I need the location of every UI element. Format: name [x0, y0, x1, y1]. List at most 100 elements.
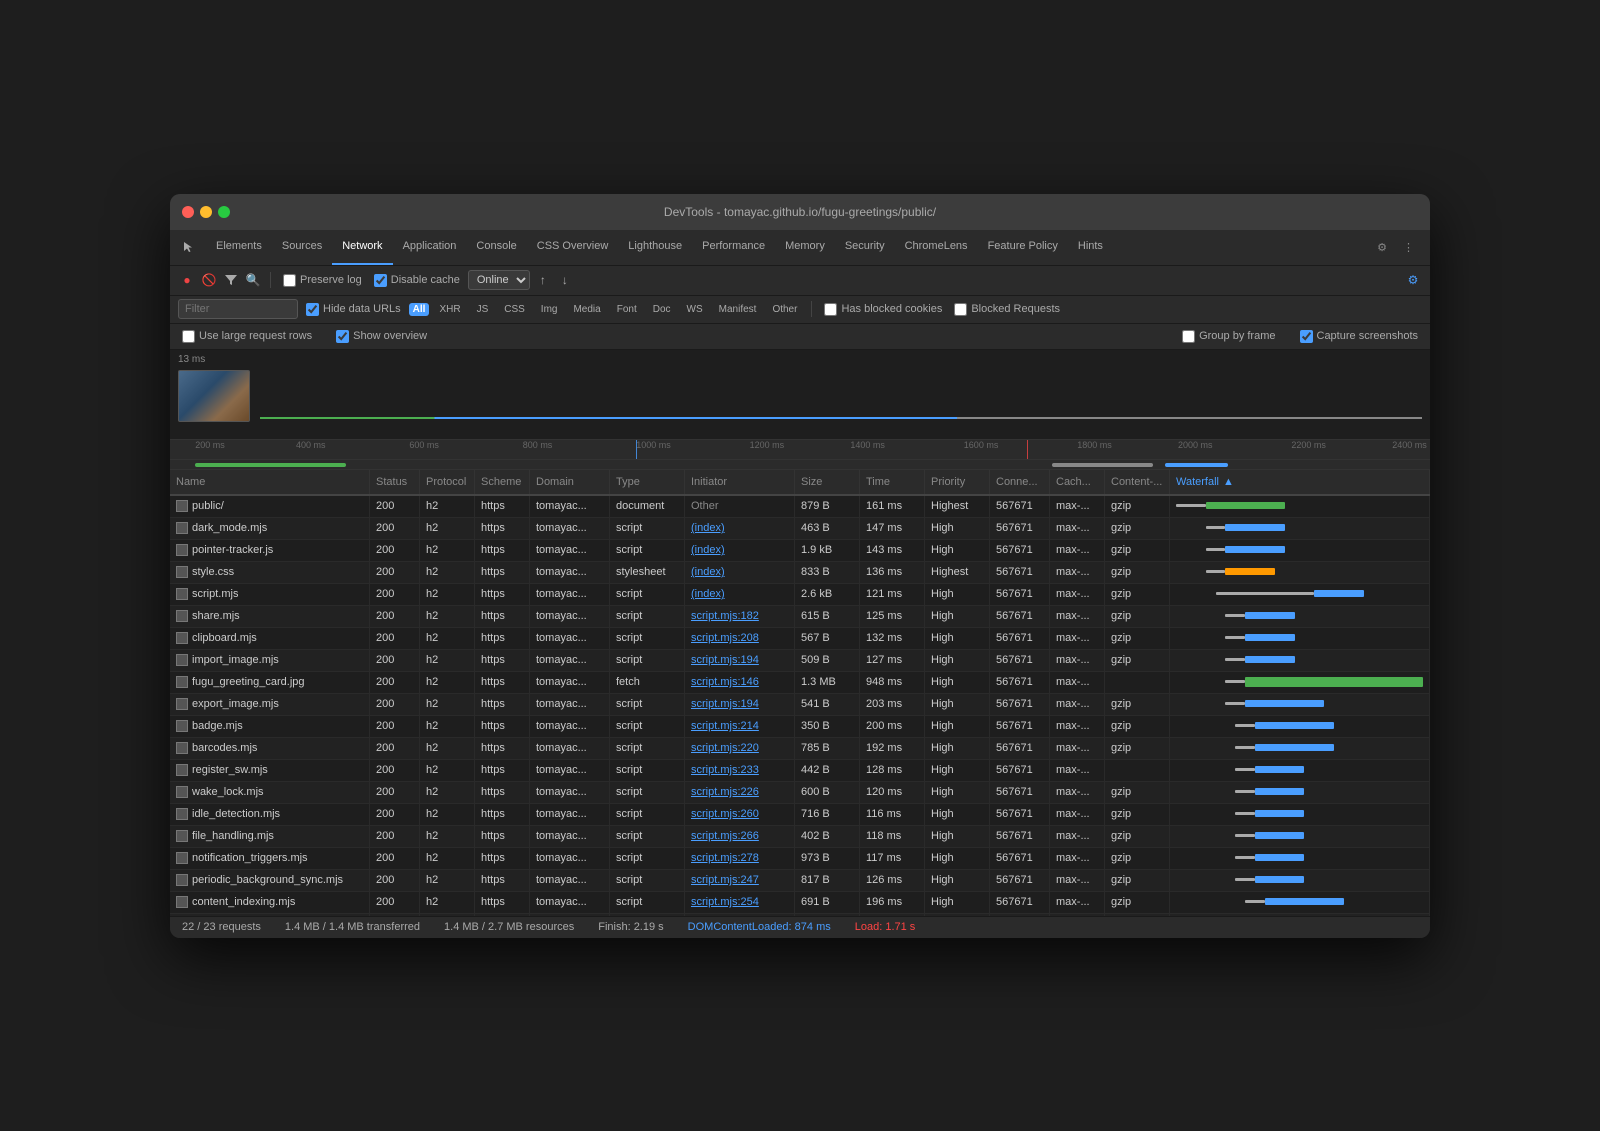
- tab-performance[interactable]: Performance: [692, 229, 775, 265]
- initiator-link[interactable]: script.mjs:146: [691, 676, 759, 688]
- settings-icon[interactable]: ⚙: [1373, 237, 1391, 258]
- throttle-select[interactable]: Online: [468, 270, 530, 290]
- initiator-link[interactable]: script.mjs:208: [691, 632, 759, 644]
- initiator-link[interactable]: script.mjs:220: [691, 742, 759, 754]
- filter-js[interactable]: JS: [471, 302, 495, 317]
- tab-elements[interactable]: Elements: [206, 229, 272, 265]
- tab-sources[interactable]: Sources: [272, 229, 332, 265]
- initiator-link[interactable]: script.mjs:278: [691, 852, 759, 864]
- tab-chromelens[interactable]: ChromeLens: [895, 229, 978, 265]
- th-initiator[interactable]: Initiator: [685, 470, 795, 494]
- blocked-requests-label[interactable]: Blocked Requests: [954, 303, 1060, 316]
- table-row[interactable]: file_handling.mjs 200 h2 https tomayac..…: [170, 826, 1430, 848]
- th-scheme[interactable]: Scheme: [475, 470, 530, 494]
- group-by-frame-checkbox[interactable]: [1182, 330, 1195, 343]
- filter-input[interactable]: [178, 299, 298, 319]
- table-row[interactable]: dark_mode.mjs 200 h2 https tomayac... sc…: [170, 518, 1430, 540]
- th-protocol[interactable]: Protocol: [420, 470, 475, 494]
- tab-css-overview[interactable]: CSS Overview: [527, 229, 619, 265]
- table-row[interactable]: clipboard.mjs 200 h2 https tomayac... sc…: [170, 628, 1430, 650]
- preserve-log-checkbox[interactable]: [283, 274, 296, 287]
- large-rows-checkbox[interactable]: [182, 330, 195, 343]
- th-priority[interactable]: Priority: [925, 470, 990, 494]
- minimize-button[interactable]: [200, 206, 212, 218]
- export-icon[interactable]: ↓: [556, 271, 574, 289]
- initiator-link[interactable]: script.mjs:247: [691, 874, 759, 886]
- table-row[interactable]: fugu.png 200 h2 https tomayac... png Oth…: [170, 914, 1430, 916]
- initiator-link[interactable]: script.mjs:194: [691, 698, 759, 710]
- tab-feature-policy[interactable]: Feature Policy: [978, 229, 1068, 265]
- table-row[interactable]: badge.mjs 200 h2 https tomayac... script…: [170, 716, 1430, 738]
- filter-doc[interactable]: Doc: [647, 302, 677, 317]
- filter-xhr[interactable]: XHR: [433, 302, 466, 317]
- has-blocked-cookies-label[interactable]: Has blocked cookies: [824, 303, 942, 316]
- th-waterfall[interactable]: Waterfall▲: [1170, 470, 1430, 494]
- initiator-link[interactable]: script.mjs:260: [691, 808, 759, 820]
- th-conn[interactable]: Conne...: [990, 470, 1050, 494]
- table-row[interactable]: wake_lock.mjs 200 h2 https tomayac... sc…: [170, 782, 1430, 804]
- record-button[interactable]: ●: [178, 271, 196, 289]
- has-blocked-cookies-checkbox[interactable]: [824, 303, 837, 316]
- capture-screenshots-label[interactable]: Capture screenshots: [1300, 330, 1419, 343]
- table-row[interactable]: notification_triggers.mjs 200 h2 https t…: [170, 848, 1430, 870]
- tab-memory[interactable]: Memory: [775, 229, 835, 265]
- th-cache[interactable]: Cach...: [1050, 470, 1105, 494]
- tab-console[interactable]: Console: [466, 229, 526, 265]
- disable-cache-label[interactable]: Disable cache: [374, 274, 460, 287]
- initiator-link[interactable]: script.mjs:233: [691, 764, 759, 776]
- table-row[interactable]: barcodes.mjs 200 h2 https tomayac... scr…: [170, 738, 1430, 760]
- table-row[interactable]: share.mjs 200 h2 https tomayac... script…: [170, 606, 1430, 628]
- initiator-link[interactable]: script.mjs:226: [691, 786, 759, 798]
- table-row[interactable]: fugu_greeting_card.jpg 200 h2 https toma…: [170, 672, 1430, 694]
- th-time[interactable]: Time: [860, 470, 925, 494]
- table-row[interactable]: register_sw.mjs 200 h2 https tomayac... …: [170, 760, 1430, 782]
- filter-ws[interactable]: WS: [681, 302, 709, 317]
- blocked-requests-checkbox[interactable]: [954, 303, 967, 316]
- initiator-link[interactable]: script.mjs:214: [691, 720, 759, 732]
- filter-all-badge[interactable]: All: [409, 303, 430, 316]
- table-row[interactable]: content_indexing.mjs 200 h2 https tomaya…: [170, 892, 1430, 914]
- more-icon[interactable]: ⋮: [1399, 237, 1418, 258]
- filter-font[interactable]: Font: [611, 302, 643, 317]
- table-row[interactable]: export_image.mjs 200 h2 https tomayac...…: [170, 694, 1430, 716]
- table-row[interactable]: public/ 200 h2 https tomayac... document…: [170, 496, 1430, 518]
- import-icon[interactable]: ↑: [534, 271, 552, 289]
- clear-button[interactable]: 🚫: [200, 271, 218, 289]
- filter-manifest[interactable]: Manifest: [713, 302, 763, 317]
- tab-security[interactable]: Security: [835, 229, 895, 265]
- table-row[interactable]: idle_detection.mjs 200 h2 https tomayac.…: [170, 804, 1430, 826]
- initiator-link[interactable]: (index): [691, 522, 725, 534]
- initiator-link[interactable]: (index): [691, 566, 725, 578]
- filter-toggle[interactable]: [222, 271, 240, 289]
- th-name[interactable]: Name: [170, 470, 370, 494]
- filter-other[interactable]: Other: [766, 302, 803, 317]
- filter-css[interactable]: CSS: [498, 302, 531, 317]
- th-size[interactable]: Size: [795, 470, 860, 494]
- hide-data-urls-checkbox[interactable]: [306, 303, 319, 316]
- preserve-log-label[interactable]: Preserve log: [283, 274, 362, 287]
- table-row[interactable]: style.css 200 h2 https tomayac... styles…: [170, 562, 1430, 584]
- screenshot-thumbnail[interactable]: [178, 370, 250, 422]
- capture-screenshots-checkbox[interactable]: [1300, 330, 1313, 343]
- table-row[interactable]: script.mjs 200 h2 https tomayac... scrip…: [170, 584, 1430, 606]
- table-row[interactable]: periodic_background_sync.mjs 200 h2 http…: [170, 870, 1430, 892]
- group-by-frame-label[interactable]: Group by frame: [1182, 330, 1275, 343]
- initiator-link[interactable]: script.mjs:254: [691, 896, 759, 908]
- table-row[interactable]: pointer-tracker.js 200 h2 https tomayac.…: [170, 540, 1430, 562]
- initiator-link[interactable]: (index): [691, 588, 725, 600]
- th-content[interactable]: Content-...: [1105, 470, 1170, 494]
- hide-data-urls-label[interactable]: Hide data URLs: [306, 303, 401, 316]
- show-overview-label[interactable]: Show overview: [336, 330, 427, 343]
- cursor-icon[interactable]: [174, 233, 202, 261]
- initiator-link[interactable]: (index): [691, 544, 725, 556]
- show-overview-checkbox[interactable]: [336, 330, 349, 343]
- maximize-button[interactable]: [218, 206, 230, 218]
- network-settings-icon[interactable]: ⚙: [1404, 271, 1422, 289]
- initiator-link[interactable]: script.mjs:266: [691, 830, 759, 842]
- filter-media[interactable]: Media: [567, 302, 606, 317]
- initiator-link[interactable]: script.mjs:194: [691, 654, 759, 666]
- th-type[interactable]: Type: [610, 470, 685, 494]
- tab-hints[interactable]: Hints: [1068, 229, 1113, 265]
- large-rows-label[interactable]: Use large request rows: [182, 330, 312, 343]
- th-domain[interactable]: Domain: [530, 470, 610, 494]
